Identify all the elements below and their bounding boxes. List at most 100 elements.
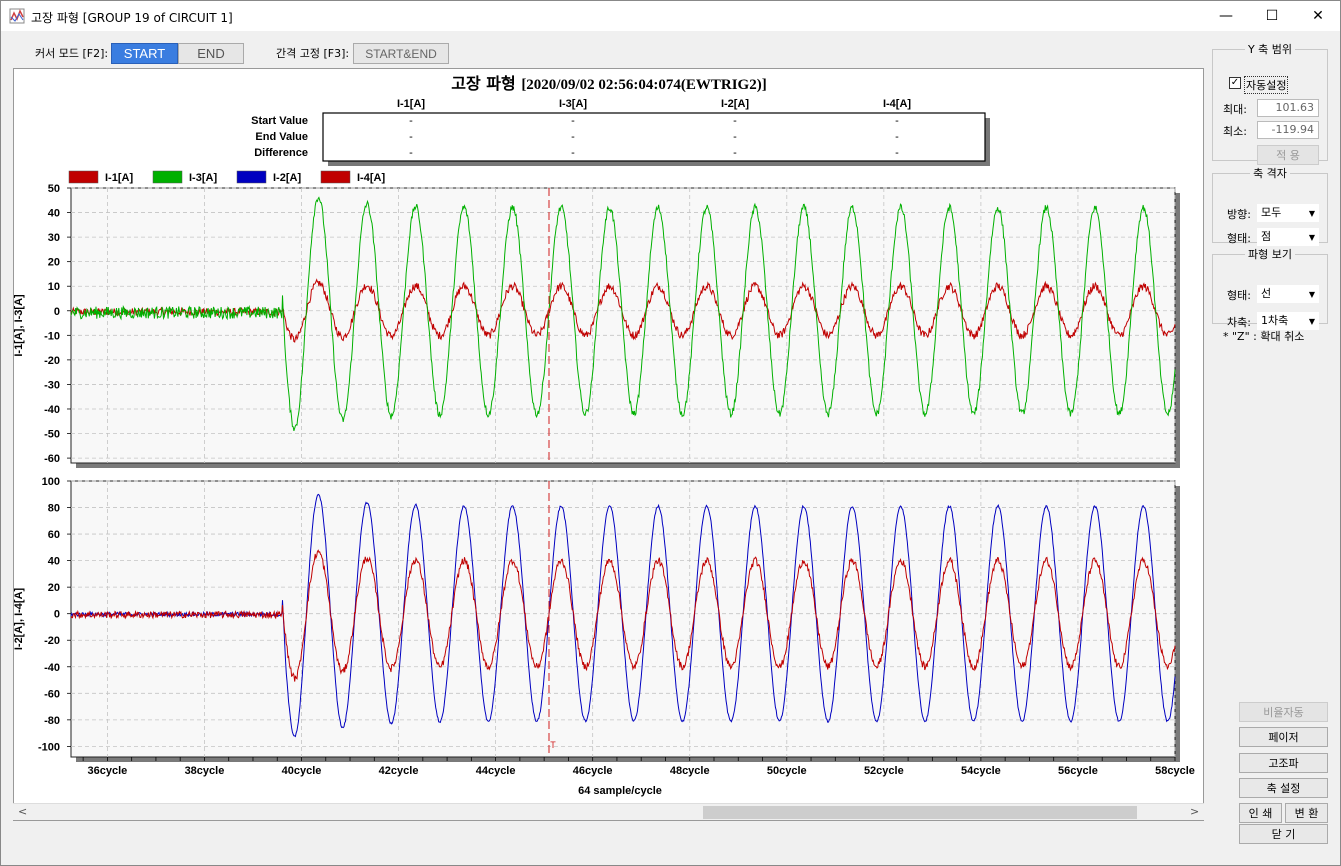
table-cell-value: - [895,147,899,159]
grid-direction-label: 방향: [1227,208,1251,221]
scroll-left-icon[interactable]: < [18,805,27,818]
table-cell-value: - [571,115,575,127]
y-tick-label: 10 [48,281,60,293]
auto-range-checkbox[interactable]: ✓ [1229,77,1241,89]
legend-swatch [236,170,267,184]
legend-swatch [152,170,183,184]
wave-axis-value: 1차축 [1261,314,1289,327]
table-cell-value: - [409,131,413,143]
minimize-button[interactable]: — [1203,1,1249,31]
y-tick-label: -40 [44,404,60,416]
window-title: 고장 파형 [GROUP 19 of CIRCUIT 1] [31,11,233,25]
zoom-reset-hint: * "Z" : 확대 취소 [1223,330,1305,343]
y-max-label: 최대: [1223,103,1247,116]
y-min-label: 최소: [1223,125,1247,138]
main-window: 고장 파형 [GROUP 19 of CIRCUIT 1] — ☐ ✕ 커서 모… [0,0,1341,866]
y-tick-label: -80 [44,715,60,727]
scroll-thumb[interactable] [703,806,1137,819]
close-button[interactable]: 닫 기 [1239,824,1328,844]
legend-label: I-2[A] [273,172,301,184]
y-tick-label: 20 [48,582,60,594]
legend-swatch [320,170,351,184]
print-button[interactable]: 인 쇄 [1239,803,1282,823]
legend-label: I-4[A] [357,172,385,184]
y-tick-label: -20 [44,355,60,367]
grid-direction-value: 모두 [1261,206,1282,219]
horizontal-scrollbar[interactable]: < > [13,803,1204,820]
y-max-input[interactable]: 101.63 [1257,99,1319,117]
chart-title-name: 고장 파형 [451,74,521,93]
x-tick-label: 38cycle [185,765,225,777]
y-tick-label: 0 [54,306,60,318]
maximize-button[interactable]: ☐ [1249,1,1295,31]
apply-range-button[interactable]: 적 용 [1257,145,1319,165]
axis-setup-button[interactable]: 축 설정 [1239,778,1328,798]
table-column-header: I-4[A] [883,98,911,110]
x-tick-label: 56cycle [1058,765,1098,777]
grid-style-value: 점 [1261,230,1272,243]
phasor-button[interactable]: 페이저 [1239,727,1328,747]
auto-range-label[interactable]: 자동설정 [1244,76,1289,94]
chart-title-stamp: [2020/09/02 02:56:04:074(EWTRIG2)] [521,77,766,93]
x-tick-label: 46cycle [573,765,613,777]
harmonic-button[interactable]: 고조파 [1239,753,1328,773]
x-tick-label: 54cycle [961,765,1001,777]
scroll-right-icon[interactable]: > [1190,805,1199,818]
y-tick-label: -40 [44,662,60,674]
table-column-header: I-3[A] [559,98,587,110]
wave-style-value: 선 [1261,287,1272,300]
y-tick-label: 0 [54,609,60,621]
table-column-header: I-1[A] [397,98,425,110]
wave-style-select[interactable]: 선 ▼ [1257,285,1319,303]
waveform-app-icon [9,8,25,24]
x-tick-label: 44cycle [476,765,516,777]
toolbar: 커서 모드 [F2]: START END 간격 고정 [F3]: START&… [1,31,1211,67]
y-tick-label: 50 [48,183,60,195]
table-cell-value: - [733,147,737,159]
table-column-header: I-2[A] [721,98,749,110]
grid-style-label: 형태: [1227,232,1251,245]
chevron-down-icon: ▼ [1308,209,1315,218]
ratio-auto-button[interactable]: 비율자동 [1239,702,1328,722]
cursor-marker-label: T [550,740,556,750]
table-cell-value: - [895,131,899,143]
y-tick-label: 60 [48,529,60,541]
grid-style-select[interactable]: 점 ▼ [1257,228,1319,246]
table-cell-value: - [733,115,737,127]
y-tick-label: 40 [48,208,60,220]
legend-label: I-1[A] [105,172,133,184]
x-axis-label: 64 sample/cycle [578,785,662,797]
y-tick-label: -100 [38,741,60,753]
y-axis-label: I-1[A], I-3[A] [14,294,25,357]
y-tick-label: -60 [44,453,60,465]
y-min-input[interactable]: -119.94 [1257,121,1319,139]
y-tick-label: -30 [44,379,60,391]
y-tick-label: 40 [48,556,60,568]
x-tick-label: 42cycle [379,765,419,777]
convert-button[interactable]: 변 환 [1285,803,1328,823]
y-tick-label: -50 [44,429,60,441]
table-cell-value: - [409,147,413,159]
cursor-mode-label: 커서 모드 [F2]: [35,47,109,60]
start-end-button[interactable]: START&END [353,43,449,64]
table-cell-value: - [409,115,413,127]
interval-fix-label: 간격 고정 [F3]: [276,47,350,60]
side-panel: Y 축 범위 ✓ 자동설정 최대: 101.63 최소: -119.94 적 용… [1211,41,1341,844]
value-table-frame [322,112,986,162]
x-tick-label: 52cycle [864,765,904,777]
legend-label: I-3[A] [189,172,217,184]
cursor-start-button[interactable]: START [111,43,178,64]
cursor-end-button[interactable]: END [178,43,244,64]
y-axis-label: I-2[A], I-4[A] [14,588,25,651]
x-tick-label: 50cycle [767,765,807,777]
x-tick-label: 48cycle [670,765,710,777]
close-window-button[interactable]: ✕ [1295,1,1341,31]
y-range-legend: Y 축 범위 [1247,43,1293,56]
grid-direction-select[interactable]: 모두 ▼ [1257,204,1319,222]
grid-group: 축 격자 방향: 모두 ▼ 형태: 점 ▼ [1212,165,1328,246]
table-cell-value: - [571,131,575,143]
y-tick-label: 20 [48,257,60,269]
waveform-chart[interactable]: 고장 파형 [2020/09/02 02:56:04:074(EWTRIG2)]… [14,69,1205,804]
y-range-group: Y 축 범위 ✓ 자동설정 최대: 101.63 최소: -119.94 적 용 [1212,41,1328,165]
x-tick-label: 58cycle [1155,765,1195,777]
